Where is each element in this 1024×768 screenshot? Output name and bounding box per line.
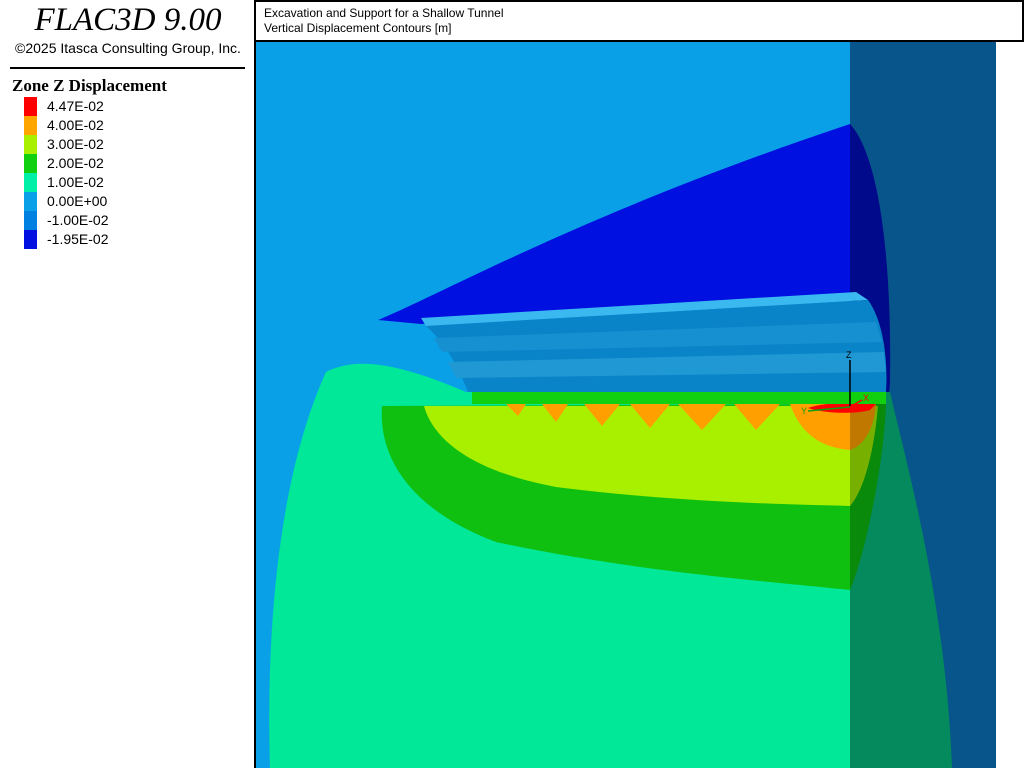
legend-label: -1.95E-02 [47,231,109,247]
z-axis-label: Z [846,350,852,360]
legend-swatch [24,211,37,230]
model-viewport[interactable]: Z X Y [256,42,1024,768]
legend-panel: FLAC3D 9.00 ©2025 Itasca Consulting Grou… [0,0,256,768]
x-axis-label: X [863,393,869,403]
legend-swatch [24,230,37,249]
legend-label: 1.00E-02 [47,174,104,190]
viewport-margin [996,42,1024,768]
copyright-text: ©2025 Itasca Consulting Group, Inc. [15,40,241,56]
tunnel-invert-strip [472,392,886,404]
plot-title-box: Excavation and Support for a Shallow Tun… [256,0,1024,42]
legend-swatch [24,135,37,154]
plot-title: Excavation and Support for a Shallow Tun… [264,6,504,20]
legend-label: -1.00E-02 [47,212,109,228]
plot-subtitle: Vertical Displacement Contours [m] [264,21,452,35]
legend-label: 3.00E-02 [47,136,104,152]
legend-label: 4.00E-02 [47,117,104,133]
legend-swatch [24,173,37,192]
legend-swatch [24,97,37,116]
legend-label: 0.00E+00 [47,193,108,209]
app-title: FLAC3D 9.00 [34,2,222,38]
legend-swatch [24,116,37,135]
contour-plot[interactable]: Z X Y [256,42,1024,768]
legend-title: Zone Z Displacement [12,76,167,95]
separator-line [10,67,245,69]
legend-label: 4.47E-02 [47,98,104,114]
legend-label: 2.00E-02 [47,155,104,171]
y-axis-label: Y [801,406,807,416]
legend-swatch [24,154,37,173]
legend-swatch [24,192,37,211]
